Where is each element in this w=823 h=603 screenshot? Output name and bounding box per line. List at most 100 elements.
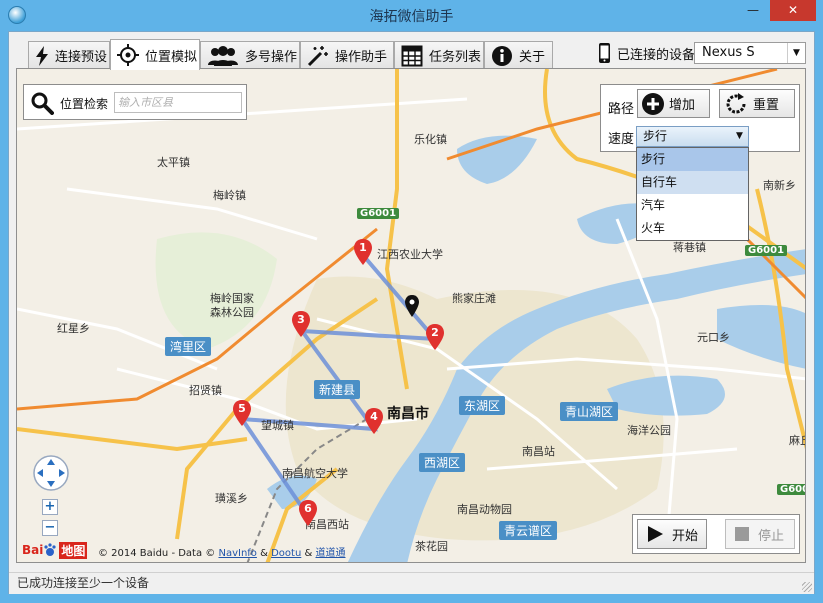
speed-option-train[interactable]: 火车 [637, 217, 748, 240]
route-marker-2[interactable]: 2 [426, 324, 444, 350]
route-marker-5[interactable]: 5 [233, 400, 251, 426]
map-place-label: 茶花园 [415, 540, 448, 553]
map-place-label: 红星乡 [57, 322, 90, 335]
route-marker-3[interactable]: 3 [292, 311, 310, 337]
route-marker-number: 6 [304, 502, 312, 515]
speed-option-walk[interactable]: 步行 [637, 148, 748, 171]
tab-label: 多号操作 [245, 50, 298, 65]
map-place-label: 望城镇 [261, 419, 294, 432]
route-marker-number: 3 [297, 313, 305, 326]
magic-wand-icon [307, 45, 328, 66]
lightning-icon [36, 45, 48, 66]
map-place-label: 招贤镇 [189, 384, 222, 397]
tab-label: 位置模拟 [145, 49, 198, 65]
tab-location-simulation[interactable]: 位置模拟 [110, 39, 200, 70]
chevron-down-icon: ▼ [787, 43, 805, 63]
tab-label: 任务列表 [429, 50, 482, 65]
route-marker-number: 1 [359, 241, 367, 254]
route-marker-number: 4 [370, 410, 378, 423]
map-copyright: © 2014 Baidu - Data © NavInfo & Dootu & … [98, 544, 346, 559]
playback-panel: 开始 停止 [632, 514, 800, 554]
info-icon [492, 45, 512, 66]
speed-label: 速度 [608, 132, 635, 147]
window-title: 海拓微信助手 [369, 9, 454, 25]
location-search-panel: 位置检索 [23, 84, 247, 120]
reset-route-button[interactable]: 重置 [719, 89, 795, 118]
dootu-link[interactable]: Dootu [271, 548, 301, 559]
speed-option-bicycle[interactable]: 自行车 [637, 171, 748, 194]
map-place-label: 太平镇 [157, 156, 190, 169]
highway-shield: G6001 [777, 484, 805, 495]
plus-circle-icon [642, 92, 664, 115]
search-label: 位置检索 [60, 97, 109, 111]
device-selected-value: Nexus S [702, 45, 755, 60]
start-button[interactable]: 开始 [637, 519, 707, 549]
refresh-icon [726, 92, 746, 113]
chevron-down-icon: ▼ [736, 131, 743, 141]
title-bar: 海拓微信助手 — ✕ [0, 0, 823, 31]
speed-dropdown[interactable]: 步行 ▼ [636, 126, 749, 147]
map-pan-control[interactable] [33, 455, 69, 491]
minimize-button[interactable]: — [740, 0, 766, 21]
add-point-button[interactable]: 增加 [637, 89, 710, 118]
highway-shield: G6001 [357, 208, 400, 219]
map-place-label: 森林公园 [210, 306, 254, 319]
device-label-group: 已连接的设备 [598, 41, 695, 65]
route-marker-1[interactable]: 1 [354, 239, 372, 265]
separator: & [304, 548, 313, 559]
route-marker-number: 5 [238, 402, 246, 415]
baidu-map-logo: Bai 地图 [22, 541, 88, 559]
map-district-label: 东湖区 [459, 396, 506, 415]
stop-button-label: 停止 [758, 528, 785, 544]
device-label: 已连接的设备 [617, 47, 696, 63]
tab-operation-assistant[interactable]: 操作助手 [300, 41, 394, 69]
tab-about[interactable]: 关于 [484, 41, 553, 69]
highway-shield: G6001 [745, 245, 788, 256]
map-place-label: 璜溪乡 [215, 492, 248, 505]
map-place-label: 乐化镇 [414, 133, 447, 146]
daodaotong-link[interactable]: 道道通 [316, 548, 346, 559]
map-place-label: 南昌站 [522, 445, 555, 458]
speed-selected-value: 步行 [643, 129, 668, 143]
map-district-label: 新建县 [314, 380, 361, 399]
map-place-label: 梅岭镇 [213, 189, 246, 202]
map-place-label: 南新乡 [763, 179, 796, 192]
map-place-label: 南昌动物园 [457, 503, 512, 516]
smartphone-icon [599, 43, 610, 63]
zoom-in-button[interactable]: + [42, 499, 58, 515]
crosshair-icon [117, 44, 139, 66]
tab-label: 操作助手 [335, 50, 388, 65]
search-input[interactable] [114, 92, 242, 113]
paw-logo-icon [44, 543, 56, 556]
reset-button-label: 重置 [753, 98, 780, 113]
logo-text: Bai [22, 543, 44, 557]
resize-grip-icon[interactable] [802, 582, 812, 592]
map-district-label: 西湖区 [419, 453, 466, 472]
map-place-label: 海洋公园 [627, 424, 671, 437]
route-marker-4[interactable]: 4 [365, 408, 383, 434]
close-button[interactable]: ✕ [770, 0, 816, 21]
tab-connection-preset[interactable]: 连接预设 [28, 41, 110, 69]
tab-multi-account[interactable]: 多号操作 [200, 41, 300, 69]
map-place-label: 元口乡 [697, 331, 730, 344]
speed-dropdown-list: 步行 自行车 汽车 火车 [636, 147, 749, 241]
speed-option-car[interactable]: 汽车 [637, 194, 748, 217]
map-place-label: 蒋巷镇 [673, 241, 706, 254]
tab-task-list[interactable]: 任务列表 [394, 41, 484, 69]
search-icon [31, 92, 54, 115]
stop-icon [735, 527, 749, 541]
route-marker-number: 2 [431, 326, 439, 339]
zoom-out-button[interactable]: − [42, 520, 58, 536]
route-marker-6[interactable]: 6 [299, 500, 317, 526]
logo-text-map: 地图 [59, 541, 88, 559]
device-dropdown[interactable]: Nexus S ▼ [694, 42, 806, 64]
map-place-label: 麻丘 [789, 434, 805, 447]
play-icon [648, 526, 663, 542]
status-bar: 已成功连接至少一个设备 [9, 572, 814, 594]
current-location-pin-icon [405, 295, 419, 317]
tab-label: 关于 [519, 50, 546, 65]
navinfo-link[interactable]: NavInfo [218, 548, 256, 559]
copyright-text: © 2014 Baidu - Data © [98, 548, 216, 559]
stop-button[interactable]: 停止 [725, 519, 795, 549]
map-place-label: 熊家庄滩 [452, 292, 496, 305]
